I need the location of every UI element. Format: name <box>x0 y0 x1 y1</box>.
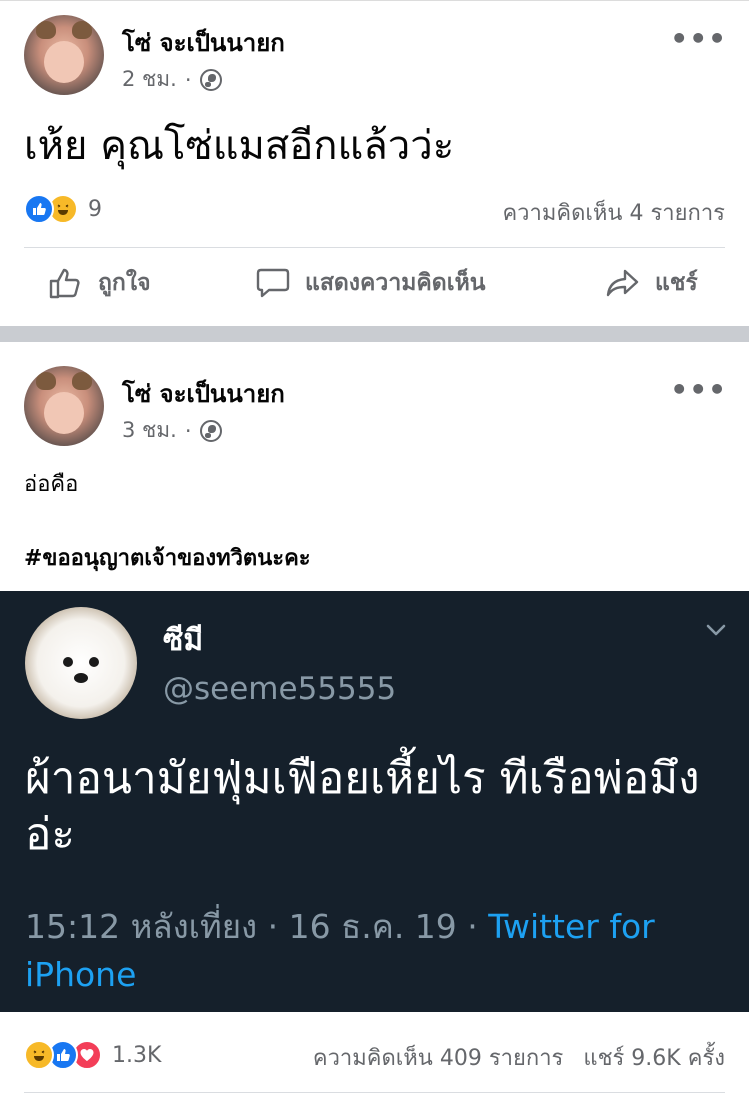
comment-label: แสดงความคิดเห็น <box>305 270 486 296</box>
thumbs-up-icon <box>49 268 80 299</box>
divider-line <box>24 1092 725 1093</box>
tweet-text: ผ้าอนามัยฟุ่มเฟือยเหี้ยไร ทีเรือพ่อมึงอ่… <box>25 753 700 860</box>
feed-post-1: โซ่ จะเป็นนายก 2 ชม. · ••• เห้ย คุณโซ่แม… <box>0 0 749 326</box>
like-reaction-icon <box>24 194 54 224</box>
comments-count[interactable]: ความคิดเห็น 4 รายการ <box>502 195 725 230</box>
engagement-counts: ความคิดเห็น 409 รายการ แชร์ 9.6K ครั้ง <box>313 1040 725 1075</box>
globe-icon <box>199 68 222 91</box>
like-button[interactable]: ถูกใจ <box>48 265 151 301</box>
feed-divider <box>0 326 749 342</box>
hashtag-link[interactable]: #ขออนุญาตเจ้าของทวิตนะคะ <box>24 540 311 575</box>
tweet-meta: 15:12 หลังเที่ยง · 16 ธ.ค. 19 · Twitter … <box>25 903 725 999</box>
tweet-handle: @seeme55555 <box>163 671 397 707</box>
tweet-avatar <box>25 607 137 719</box>
reaction-summary[interactable]: 9 <box>24 194 102 224</box>
post-stats: 1.3K ความคิดเห็น 409 รายการ แชร์ 9.6K คร… <box>0 1036 749 1076</box>
author-name[interactable]: โซ่ จะเป็นนายก <box>122 374 285 413</box>
post-time[interactable]: 2 ชม. <box>122 63 177 96</box>
author-name[interactable]: โซ่ จะเป็นนายก <box>122 23 285 62</box>
tweet-author-name: ซีมี <box>163 623 204 658</box>
post-actions: ถูกใจ แสดงความคิดเห็น แชร์ <box>0 265 749 313</box>
reaction-count: 1.3K <box>112 1042 162 1068</box>
more-options-button[interactable]: ••• <box>670 25 727 53</box>
like-label: ถูกใจ <box>98 270 151 296</box>
tweet-timestamp: 15:12 หลังเที่ยง · 16 ธ.ค. 19 · <box>25 907 489 946</box>
post-text: เห้ย คุณโซ่แมสอีกแล้วว่ะ <box>24 123 455 169</box>
feed-post-2: โซ่ จะเป็นนายก 3 ชม. · ••• อ่อคือ #ขออนุ… <box>0 342 749 1103</box>
reaction-count: 9 <box>88 196 102 222</box>
shares-count[interactable]: แชร์ 9.6K ครั้ง <box>583 1040 725 1075</box>
post-text: อ่อคือ <box>24 472 79 497</box>
meta-separator: · <box>184 418 192 443</box>
tweet-screenshot[interactable]: ซีมี @seeme55555 ผ้าอนามัยฟุ่มเฟือยเหี้ย… <box>0 591 749 1012</box>
author-avatar[interactable] <box>24 366 104 446</box>
post-meta: 3 ชม. · <box>122 414 222 447</box>
comments-count[interactable]: ความคิดเห็น 409 รายการ <box>313 1040 564 1075</box>
reaction-summary[interactable]: 1.3K <box>24 1040 161 1070</box>
chevron-down-icon <box>706 624 726 636</box>
share-arrow-icon <box>606 269 639 297</box>
divider-line <box>24 247 725 248</box>
share-button[interactable]: แชร์ <box>605 265 698 301</box>
meta-separator: · <box>184 67 192 92</box>
post-meta: 2 ชม. · <box>122 63 222 96</box>
post-time[interactable]: 3 ชม. <box>122 414 177 447</box>
comment-bubble-icon <box>256 268 290 298</box>
author-avatar[interactable] <box>24 15 104 95</box>
more-options-button[interactable]: ••• <box>670 376 727 404</box>
comment-button[interactable]: แสดงความคิดเห็น <box>255 265 485 301</box>
haha-reaction-icon <box>24 1040 54 1070</box>
share-label: แชร์ <box>655 270 698 296</box>
globe-icon <box>199 419 222 442</box>
